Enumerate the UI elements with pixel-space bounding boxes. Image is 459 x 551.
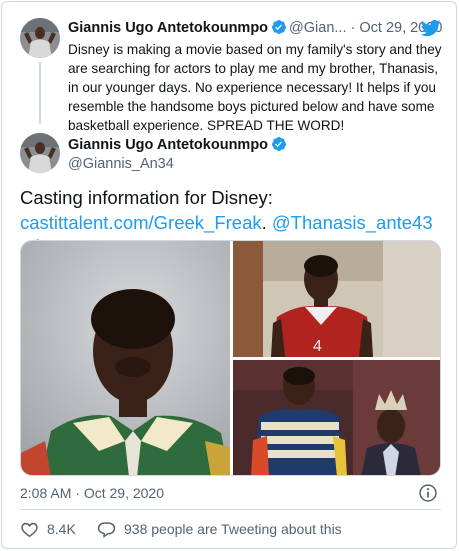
verified-badge-icon [272,137,287,151]
casting-link[interactable]: castittalent.com/Greek_Freak [20,212,262,233]
photo-brothers-childhood[interactable] [233,360,440,475]
like-button[interactable]: 8.4K [20,519,76,539]
link-separator: . [261,212,272,233]
speech-bubble-icon [97,521,116,538]
author-handle[interactable]: @Giannis_An34 [68,155,174,173]
conversation-text: 938 people are Tweeting about this [124,521,342,537]
quoted-tweet-header: Giannis Ugo Antetokounmpo @Gian... · Oct … [68,18,453,38]
photo-school-portrait[interactable] [21,241,230,475]
conversation-button[interactable]: 938 people are Tweeting about this [97,519,342,539]
tweet-text-line: Casting information for Disney: [20,187,273,208]
avatar[interactable] [20,18,60,58]
quoted-tweet-text: Disney is making a movie based on my fam… [68,42,442,133]
tweet-time: 2:08 AM [20,485,72,501]
date-separator: · [350,20,356,36]
author-name[interactable]: Giannis Ugo Antetokounmpo [68,20,268,36]
mention-link[interactable]: @Thanasis_ante43 [272,212,433,233]
info-icon[interactable] [418,483,438,503]
tweet-date: Oct 29, 2020 [83,485,164,501]
like-count: 8.4K [47,521,76,537]
author-handle[interactable]: @Gian... [289,20,346,36]
verified-badge-icon [272,20,287,34]
divider [20,509,441,510]
author-name-row: Giannis Ugo Antetokounmpo [68,136,289,154]
twitter-bird-icon[interactable] [420,18,442,38]
avatar[interactable] [20,133,60,173]
timestamp-separator: · [75,485,80,501]
author-name[interactable]: Giannis Ugo Antetokounmpo [68,137,268,153]
photo-basketball-player[interactable]: 4 [233,241,440,357]
tweet-card: Giannis Ugo Antetokounmpo @Gian... · Oct … [1,1,457,549]
svg-text:4: 4 [313,338,322,355]
thread-line [39,62,41,124]
heart-icon [21,522,38,537]
tweet-timestamp[interactable]: 2:08 AM · Oct 29, 2020 [20,484,164,502]
photo-grid: 4 [20,240,441,476]
